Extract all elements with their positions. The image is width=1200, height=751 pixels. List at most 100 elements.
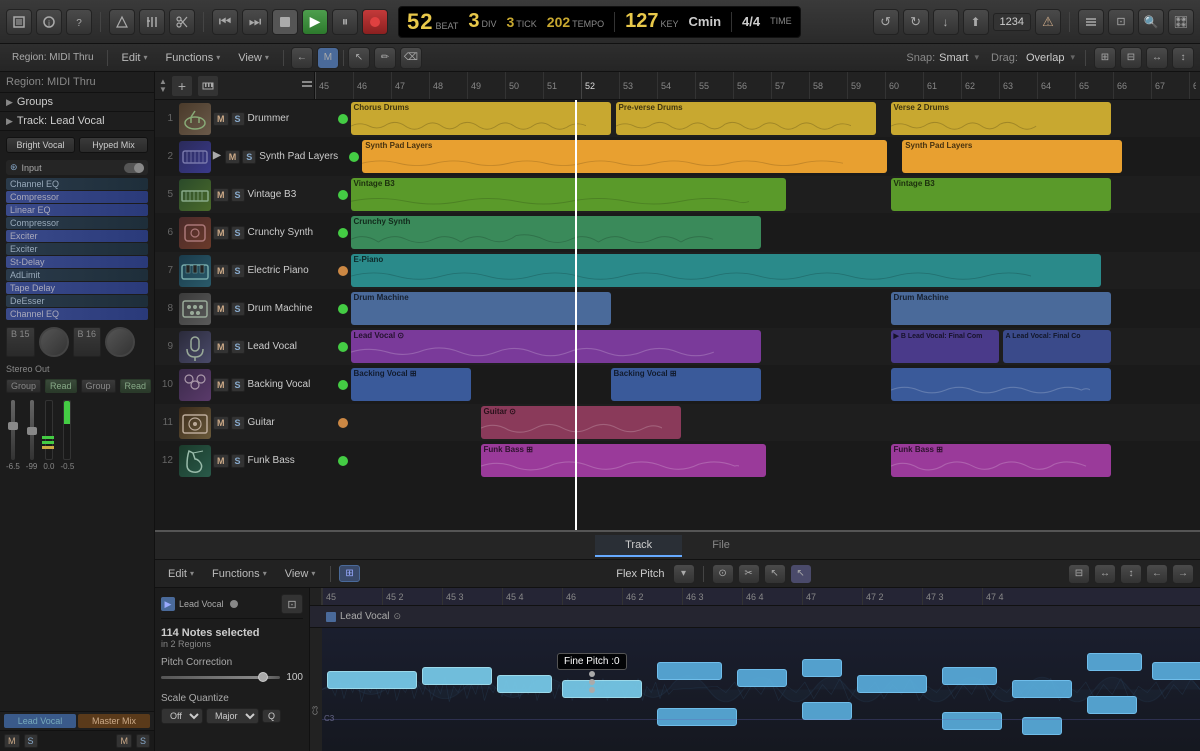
info-btn[interactable]: i: [36, 9, 62, 35]
b15-btn[interactable]: B 15: [6, 327, 35, 357]
functions-menu[interactable]: Functions▾: [159, 50, 228, 66]
collapse-btn[interactable]: ↕: [1172, 47, 1194, 69]
clip[interactable]: Vintage B3: [351, 178, 786, 211]
solo-btn[interactable]: S: [231, 302, 245, 316]
clip[interactable]: Synth Pad Layers: [362, 140, 887, 173]
solo-btn[interactable]: S: [231, 226, 245, 240]
read-btn2[interactable]: Read: [120, 379, 152, 393]
library-btn[interactable]: [6, 9, 32, 35]
view-menu[interactable]: View▾: [231, 50, 276, 66]
solo-btn[interactable]: S: [231, 188, 245, 202]
mute-btn[interactable]: M: [213, 302, 229, 316]
plugin-compressor1[interactable]: Compressor: [6, 191, 148, 203]
scale-off-select[interactable]: Off: [161, 708, 203, 724]
clip[interactable]: ▶ B Lead Vocal: Final Com: [891, 330, 999, 363]
pause-btn[interactable]: ⏸: [332, 9, 358, 35]
stop-btn[interactable]: [272, 9, 298, 35]
solo-btn[interactable]: S: [231, 340, 245, 354]
mute-btn[interactable]: M: [213, 340, 229, 354]
editor-tool-arrow[interactable]: ↖: [764, 564, 786, 584]
pitch-note[interactable]: [1087, 696, 1137, 714]
zoom-in-btn[interactable]: ⊞: [1094, 47, 1116, 69]
clip[interactable]: Verse 2 Drums: [891, 102, 1111, 135]
editor-functions-menu[interactable]: Functions▾: [205, 566, 274, 582]
track-content[interactable]: Drum Machine Drum Machine: [351, 290, 1200, 327]
clip[interactable]: Lead Vocal ⊙: [351, 330, 761, 363]
m-btn-2[interactable]: M: [116, 734, 132, 748]
plugin-channel-eq[interactable]: Channel EQ: [6, 178, 148, 190]
clip[interactable]: E-Piano: [351, 254, 1101, 287]
rewind-btn[interactable]: ⏮: [212, 9, 238, 35]
track-content[interactable]: Guitar ⊙: [351, 404, 1200, 441]
snap-value[interactable]: Smart: [939, 52, 968, 64]
add-track-btn[interactable]: +: [171, 75, 193, 97]
pitch-note[interactable]: [942, 667, 997, 685]
hamburger-btn[interactable]: [1078, 9, 1104, 35]
knob1[interactable]: [39, 327, 69, 357]
track-content[interactable]: Chorus Drums Pre-verse Drums Verse 2 Dru…: [351, 100, 1200, 137]
flex-mode-select[interactable]: ▾: [673, 564, 695, 584]
b16-btn[interactable]: B 16: [73, 327, 102, 357]
s-btn-1[interactable]: S: [24, 734, 38, 748]
track-content[interactable]: Lead Vocal ⊙ ▶ B Lead Vocal: Final Com A…: [351, 328, 1200, 365]
mute-btn[interactable]: M: [213, 226, 229, 240]
plugin-linear-eq[interactable]: Linear EQ: [6, 204, 148, 216]
editor-scroll-right[interactable]: →: [1172, 564, 1194, 584]
scale-major-select[interactable]: Major: [206, 708, 259, 724]
clip[interactable]: Drum Machine: [351, 292, 611, 325]
pitch-note[interactable]: [1087, 653, 1142, 671]
clip[interactable]: Chorus Drums: [351, 102, 611, 135]
mute-btn[interactable]: M: [213, 454, 229, 468]
pitch-note[interactable]: [1152, 662, 1200, 680]
editor-zoom-height[interactable]: ↕: [1120, 564, 1142, 584]
editor-zoom-out[interactable]: ⊟: [1068, 564, 1090, 584]
pitch-note[interactable]: [857, 675, 927, 693]
track-content[interactable]: Synth Pad Layers Synth Pad Layers: [362, 138, 1200, 175]
editor-tool-1[interactable]: ⊙: [712, 564, 734, 584]
plugin-tape-delay[interactable]: Tape Delay: [6, 282, 148, 294]
track-collapse-btn[interactable]: [300, 77, 314, 94]
lead-vocal-tab[interactable]: Lead Vocal: [4, 714, 76, 728]
clip[interactable]: [891, 368, 1111, 401]
tool-eraser[interactable]: ⌫: [400, 47, 422, 69]
editor-edit-menu[interactable]: Edit▾: [161, 566, 201, 582]
track-content[interactable]: Funk Bass ⊞ Funk Bass ⊞: [351, 442, 1200, 479]
mute-btn[interactable]: M: [213, 416, 229, 430]
editor-collapse-btn[interactable]: ⊡: [281, 594, 303, 614]
pitch-slider[interactable]: 100: [161, 672, 303, 683]
tool-pencil[interactable]: ✏: [374, 47, 396, 69]
track-tab[interactable]: Track: [595, 535, 682, 557]
group-btn2[interactable]: Group: [81, 379, 116, 393]
piano-roll[interactable]: 45 45 2 45 3 45 4 46 46 2 46 3 46 4 47 4…: [310, 588, 1200, 751]
editor-tool-2[interactable]: ✂: [738, 564, 760, 584]
tool-midi[interactable]: M: [317, 47, 339, 69]
track-content[interactable]: Backing Vocal ⊞ Backing Vocal ⊞: [351, 366, 1200, 403]
metronome-btn[interactable]: [109, 9, 135, 35]
plugin-deesser[interactable]: DeEsser: [6, 295, 148, 307]
s-btn-2[interactable]: S: [136, 734, 150, 748]
mute-btn[interactable]: M: [213, 378, 229, 392]
window-btn[interactable]: ⊡: [1108, 9, 1134, 35]
clip[interactable]: Backing Vocal ⊞: [611, 368, 761, 401]
plugin-compressor2[interactable]: Compressor: [6, 217, 148, 229]
clip[interactable]: A Lead Vocal: Final Co: [1003, 330, 1111, 363]
mute-btn[interactable]: M: [213, 188, 229, 202]
pitch-note[interactable]: [802, 659, 842, 677]
file-tab[interactable]: File: [682, 535, 760, 557]
pitch-note[interactable]: [562, 680, 642, 698]
edit-menu[interactable]: Edit▾: [115, 50, 155, 66]
flex-pitch-mode-btn[interactable]: ⊞: [339, 565, 359, 582]
plugin-st-delay[interactable]: St-Delay: [6, 256, 148, 268]
track-content[interactable]: Crunchy Synth: [351, 214, 1200, 251]
pitch-note[interactable]: [1012, 680, 1072, 698]
clip[interactable]: Pre-verse Drums: [616, 102, 876, 135]
fit-btn[interactable]: ↔: [1146, 47, 1168, 69]
pitch-note[interactable]: [737, 669, 787, 687]
clip[interactable]: Funk Bass ⊞: [891, 444, 1111, 477]
share-btn[interactable]: ⬆: [963, 9, 989, 35]
solo-btn[interactable]: S: [231, 264, 245, 278]
plugin-adlimit[interactable]: AdLimit: [6, 269, 148, 281]
tool-arrow[interactable]: ←: [291, 47, 313, 69]
mute-btn[interactable]: M: [225, 150, 241, 164]
m-btn-1[interactable]: M: [4, 734, 20, 748]
